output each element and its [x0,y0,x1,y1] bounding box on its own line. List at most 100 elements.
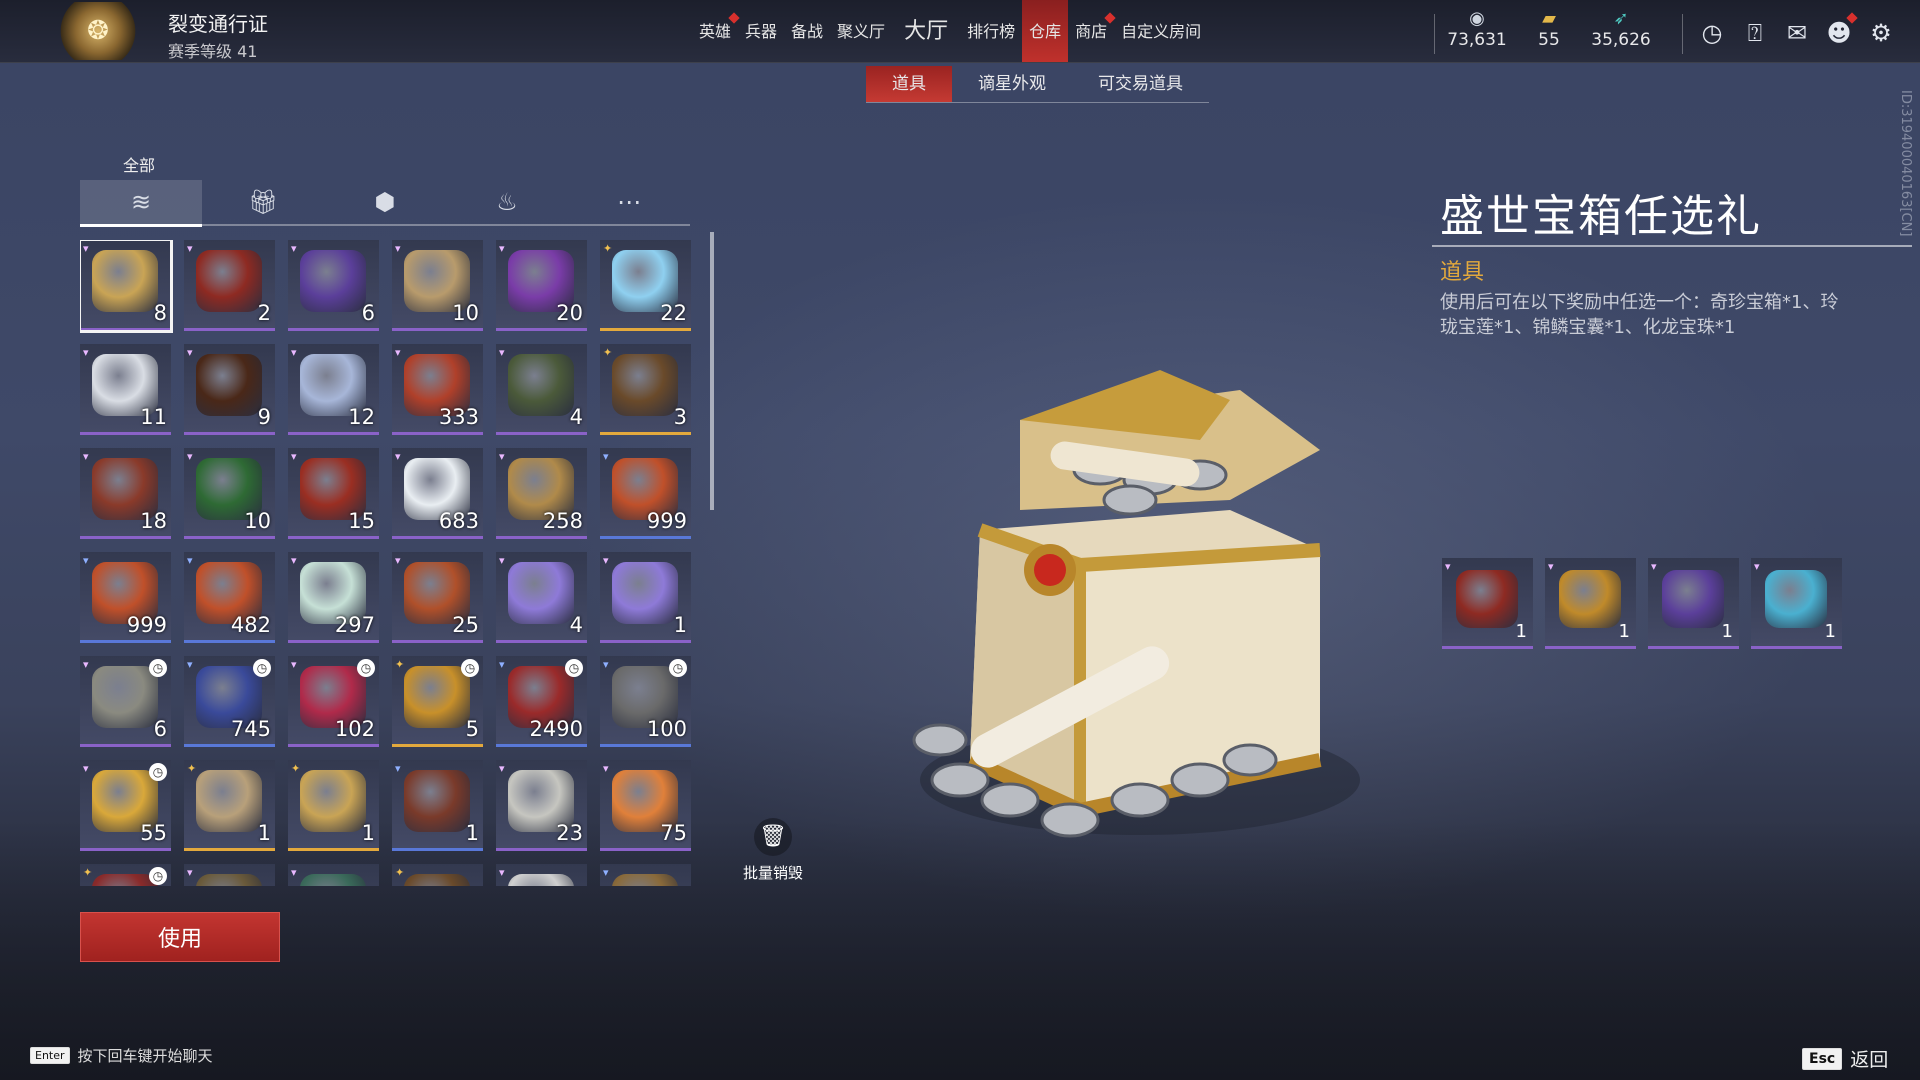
item-count: 22 [660,301,687,325]
inventory-slot[interactable]: ▾ 75 [600,760,691,851]
timer-icon: ◷ [565,659,583,677]
inventory-slot[interactable]: ▾ 6 [288,240,379,331]
reward-option[interactable]: ▾ 1 [1751,558,1842,649]
inventory-slot[interactable]: ▾ 18 [80,448,171,539]
category-active-label: 全部 [123,156,156,175]
currency-ingot[interactable]: ▰ 55 [1514,8,1584,50]
inventory-slot[interactable]: ▾ ◷ 55 [80,760,171,851]
rarity-icon: ▾ [291,554,297,567]
rarity-icon: ▾ [83,658,89,671]
inventory-slot[interactable]: ▾ 8 [80,240,173,333]
inventory-slot[interactable]: ✦ 1 [184,760,275,851]
inventory-slot[interactable]: ✦ 1 [288,760,379,851]
category-all-icon[interactable]: ≋ [80,180,202,227]
inventory-slot[interactable]: ▾ 4 [496,344,587,435]
item-count: 3 [673,405,687,429]
item-image [404,874,470,886]
subtab[interactable]: 可交易道具 [1072,66,1209,102]
inventory-slot[interactable]: ▾ 482 [184,552,275,643]
inventory-slot[interactable]: ▾ 20 [496,240,587,331]
inventory-slot[interactable]: ✦ ◷ [80,864,171,886]
nav-item[interactable]: 商店 [1068,0,1116,62]
subtab[interactable]: 道具 [866,66,952,102]
nav-item[interactable]: 仓库 [1022,0,1069,62]
reward-image [1765,570,1827,628]
inventory-slot[interactable]: ▾ 23 [496,760,587,851]
nav-item[interactable]: 大厅 [892,0,960,62]
settings-icon[interactable]: ⚙ [1866,18,1896,48]
inventory-slot[interactable]: ▾ ◷ 100 [600,656,691,747]
inventory-slot[interactable]: ▾ 2 [184,240,275,331]
inventory-slot[interactable]: ▾ 1 [600,552,691,643]
inventory-slot[interactable]: ▾ 258 [496,448,587,539]
item-count: 18 [140,509,167,533]
currency-coins[interactable]: ◉ 73,631 [1442,8,1512,50]
inventory-slot[interactable]: ▾ ◷ 2490 [496,656,587,747]
rarity-icon: ▾ [187,554,193,567]
divider [1434,14,1435,54]
reward-option[interactable]: ▾ 1 [1442,558,1533,649]
inventory-slot[interactable]: ▾ 4 [496,552,587,643]
inventory-slot[interactable]: ▾ [496,864,587,886]
rarity-icon: ▾ [1548,560,1554,573]
nav-item[interactable]: 聚义厅 [830,0,892,62]
inventory-slot[interactable]: ▾ 15 [288,448,379,539]
reward-image [1559,570,1621,628]
nav-item[interactable]: 英雄 [692,0,740,62]
rarity-icon: ▾ [83,346,89,359]
inventory-slot[interactable]: ▾ [600,864,691,886]
batch-destroy-button[interactable]: 🗑︎ 批量销毁 [740,818,806,883]
inventory-slot[interactable]: ✦ 22 [600,240,691,331]
inventory-slot[interactable]: ▾ 999 [80,552,171,643]
category-gift-icon[interactable]: 🎁︎ [202,180,324,224]
subtab[interactable]: 谪星外观 [952,66,1072,102]
rarity-icon: ▾ [291,866,297,879]
gold-ingot-icon: ▰ [1542,8,1556,29]
inventory-slot[interactable]: ▾ 9 [184,344,275,435]
inventory-slot[interactable]: ▾ 333 [392,344,483,435]
inventory-slot[interactable]: ▾ 999 [600,448,691,539]
inventory-slot[interactable]: ▾ 10 [392,240,483,331]
inventory-slot[interactable]: ✦ ◷ 5 [392,656,483,747]
reward-option[interactable]: ▾ 1 [1545,558,1636,649]
rarity-icon: ▾ [1445,560,1451,573]
inventory-slot[interactable]: ▾ [184,864,275,886]
pass-emblem-icon[interactable]: ❂ [58,2,138,60]
inventory-slot[interactable]: ✦ [392,864,483,886]
friends-icon[interactable]: ☻ [1824,12,1858,48]
reward-option[interactable]: ▾ 1 [1648,558,1739,649]
category-flame-icon[interactable]: ♨ [446,180,568,224]
category-badge-icon[interactable]: ⬢ [324,180,446,224]
item-count: 15 [348,509,375,533]
inventory-slot[interactable]: ▾ 683 [392,448,483,539]
nav-item[interactable]: 排行榜 [960,0,1022,62]
back-button[interactable]: Esc 返回 [1802,1045,1888,1072]
inventory-slot[interactable]: ▾ 297 [288,552,379,643]
timer-icon: ◷ [461,659,479,677]
inventory-slot[interactable]: ▾ ◷ 745 [184,656,275,747]
nav-item[interactable]: 自定义房间 [1114,0,1208,62]
inventory-slot[interactable]: ▾ ◷ 6 [80,656,171,747]
inventory-slot[interactable]: ✦ 3 [600,344,691,435]
inventory-slot[interactable]: ▾ 12 [288,344,379,435]
inventory-slot[interactable]: ▾ [288,864,379,886]
inventory-slot[interactable]: ▾ 10 [184,448,275,539]
inventory-slot[interactable]: ▾ ◷ 102 [288,656,379,747]
inventory-slot[interactable]: ▾ 11 [80,344,171,435]
item-title: 盛世宝箱任选礼 [1440,191,1762,242]
category-more-icon[interactable]: ⋯ [568,180,690,224]
currency-feather[interactable]: ➶ 35,626 [1586,8,1656,50]
rarity-icon: ▾ [499,554,505,567]
rarity-icon: ✦ [603,242,613,255]
pass-title[interactable]: 裂变通行证 [168,8,268,37]
inventory-slot[interactable]: ▾ 1 [392,760,483,851]
mail-icon[interactable]: ✉ [1782,18,1812,48]
inventory-scrollbar[interactable] [710,232,714,510]
help-icon[interactable]: ⍰ [1740,18,1770,48]
item-count: 2 [257,301,271,325]
inventory-slot[interactable]: ▾ 25 [392,552,483,643]
nav-item[interactable]: 兵器 [738,0,784,62]
nav-item[interactable]: 备战 [784,0,830,62]
use-button[interactable]: 使用 [80,912,280,962]
clock-icon[interactable]: ◷ [1697,18,1727,48]
